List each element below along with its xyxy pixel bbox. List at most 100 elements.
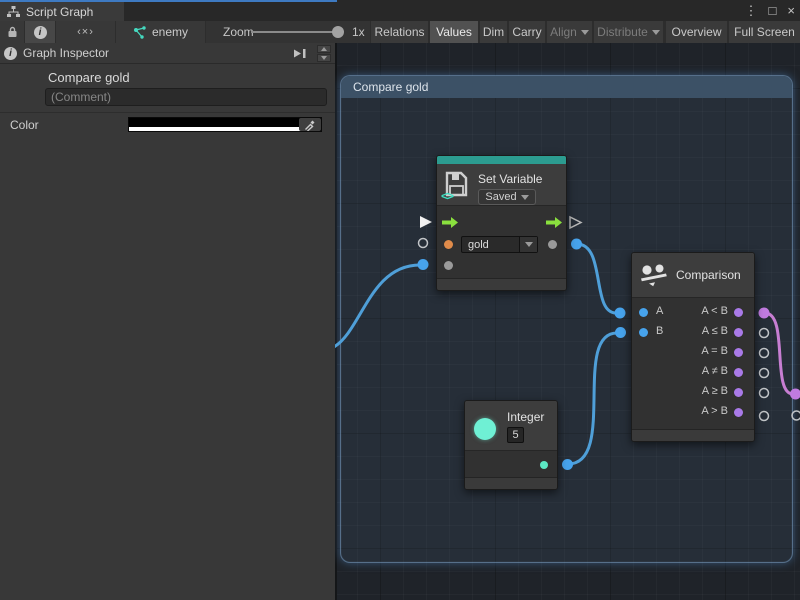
output-label: A ≥ B: [702, 385, 728, 397]
flow-out-triangle-port[interactable]: [570, 217, 581, 228]
integer-literal-icon: [474, 418, 496, 440]
port-unconnected[interactable]: [419, 239, 428, 248]
port-input-a[interactable]: [639, 308, 648, 317]
close-icon[interactable]: ×: [787, 0, 795, 21]
window-menu-icon[interactable]: ⋮: [745, 0, 758, 21]
flow-in-port[interactable]: [441, 216, 459, 229]
inspector-toggle-button[interactable]: i: [25, 21, 55, 43]
comment-input[interactable]: [45, 88, 327, 106]
toolbar: i ‹×› enemy Zoom 1x Relations Values Dim…: [0, 21, 800, 43]
node-comparison[interactable]: Comparison A A < B B A ≤ B A = B: [631, 252, 755, 442]
wire-endpoint-blue[interactable]: [562, 459, 573, 470]
port-value-out[interactable]: [548, 240, 557, 249]
toolbar-button-fullscreen[interactable]: Full Screen: [729, 21, 800, 43]
wire-endpoint-blue[interactable]: [571, 239, 582, 250]
eyedropper-button[interactable]: [299, 118, 321, 131]
color-swatch[interactable]: [128, 117, 322, 132]
toolbar-button-align[interactable]: Align: [547, 21, 592, 43]
port-output-a-eq-b[interactable]: [734, 348, 743, 357]
graph-name: enemy: [152, 25, 188, 39]
chevron-down-icon: [525, 242, 533, 247]
code-glyph: <>: [441, 189, 453, 203]
node-set-variable[interactable]: <> Set Variable Saved gold: [436, 155, 567, 291]
zoom-value: 1x: [352, 25, 365, 39]
port-output-a-lte-b[interactable]: [734, 328, 743, 337]
toolbar-button-overview[interactable]: Overview: [666, 21, 727, 43]
toolbar-button-values[interactable]: Values: [430, 21, 478, 43]
port-variable-name[interactable]: [444, 240, 453, 249]
info-icon: i: [4, 47, 17, 60]
node-integer[interactable]: Integer 5: [464, 400, 558, 490]
wire-blue-to-setvariable[interactable]: [335, 265, 420, 347]
port-unconnected[interactable]: [760, 329, 769, 338]
port-output-a-neq-b[interactable]: [734, 368, 743, 377]
port-fallback-in[interactable]: [444, 261, 453, 270]
graph-network-icon: [133, 26, 147, 39]
inspector-header: i Graph Inspector: [0, 43, 335, 64]
input-label: A: [656, 305, 663, 317]
lock-button[interactable]: [0, 21, 24, 43]
port-output-a-gt-b[interactable]: [734, 408, 743, 417]
wire-setvariable-to-comparison-a[interactable]: [577, 244, 616, 313]
port-unconnected[interactable]: [760, 349, 769, 358]
chevron-down-icon: [581, 30, 589, 35]
wire-endpoint-purple[interactable]: [790, 389, 800, 400]
port-unconnected[interactable]: [760, 369, 769, 378]
tab-title: Script Graph: [26, 5, 93, 19]
port-unconnected[interactable]: [760, 389, 769, 398]
panel-spinner: [317, 45, 331, 62]
variable-kind-dropdown[interactable]: Saved: [478, 189, 536, 205]
eyedropper-icon: [304, 119, 316, 131]
output-label: A ≠ B: [702, 365, 728, 377]
alpha-strip: [129, 127, 301, 131]
variable-name-dropdown[interactable]: gold: [461, 236, 538, 253]
maximize-icon[interactable]: □: [769, 0, 777, 21]
toolbar-button-distribute[interactable]: Distribute: [594, 21, 663, 43]
dropdown-arrow-button[interactable]: [519, 237, 537, 252]
wire-endpoint-purple[interactable]: [759, 308, 770, 319]
node-footer: [465, 477, 557, 489]
comparison-row: B A ≤ B: [632, 322, 754, 342]
window-controls: ⋮ □ ×: [745, 0, 795, 21]
comparison-row: A ≥ B: [632, 382, 754, 402]
node-header[interactable]: <> Set Variable Saved: [437, 164, 566, 206]
zoom-slider-track[interactable]: [251, 31, 340, 33]
toolbar-button-relations[interactable]: Relations: [371, 21, 428, 43]
node-accent-strip: [437, 156, 566, 164]
wire-endpoint-blue[interactable]: [615, 308, 626, 319]
port-output-a-lt-b[interactable]: [734, 308, 743, 317]
code-view-button[interactable]: ‹×›: [56, 21, 115, 43]
triangle-up-icon: [321, 47, 327, 51]
lock-icon: [7, 26, 18, 38]
port-unconnected[interactable]: [760, 412, 769, 421]
wire-endpoint-blue[interactable]: [418, 259, 429, 270]
port-integer-out[interactable]: [540, 461, 548, 469]
zoom-slider-handle[interactable]: [332, 26, 344, 38]
title-bar: Script Graph ⋮ □ ×: [0, 0, 800, 21]
port-output-a-gte-b[interactable]: [734, 388, 743, 397]
node-title: Comparison: [676, 268, 741, 282]
input-label: B: [656, 325, 663, 337]
flow-out-port[interactable]: [545, 216, 563, 229]
spinner-up-button[interactable]: [317, 45, 331, 53]
integer-value-field[interactable]: 5: [507, 427, 524, 443]
toolbar-button-dim[interactable]: Dim: [480, 21, 507, 43]
wire-endpoint-blue[interactable]: [615, 327, 626, 338]
port-unconnected[interactable]: [792, 411, 800, 420]
tab-script-graph[interactable]: Script Graph: [0, 2, 124, 21]
spinner-down-button[interactable]: [317, 54, 331, 62]
graph-canvas[interactable]: Compare gold: [335, 43, 800, 600]
chevron-down-icon: [521, 195, 529, 200]
node-header[interactable]: Comparison: [632, 253, 754, 298]
dock-panel-icon[interactable]: [292, 48, 307, 59]
toolbar-button-carry[interactable]: Carry: [509, 21, 545, 43]
node-header[interactable]: Integer 5: [465, 401, 557, 451]
graph-inspector-panel: i Graph Inspector Compare gold Color: [0, 43, 335, 600]
node-footer: [437, 278, 566, 290]
graph-breadcrumb[interactable]: enemy: [116, 21, 205, 43]
angle-brackets-icon: ‹×›: [77, 26, 94, 38]
wire-integer-to-comparison-b[interactable]: [568, 333, 617, 464]
zoom-control: Zoom 1x: [206, 21, 370, 43]
output-label: A < B: [701, 305, 728, 317]
port-input-b[interactable]: [639, 328, 648, 337]
